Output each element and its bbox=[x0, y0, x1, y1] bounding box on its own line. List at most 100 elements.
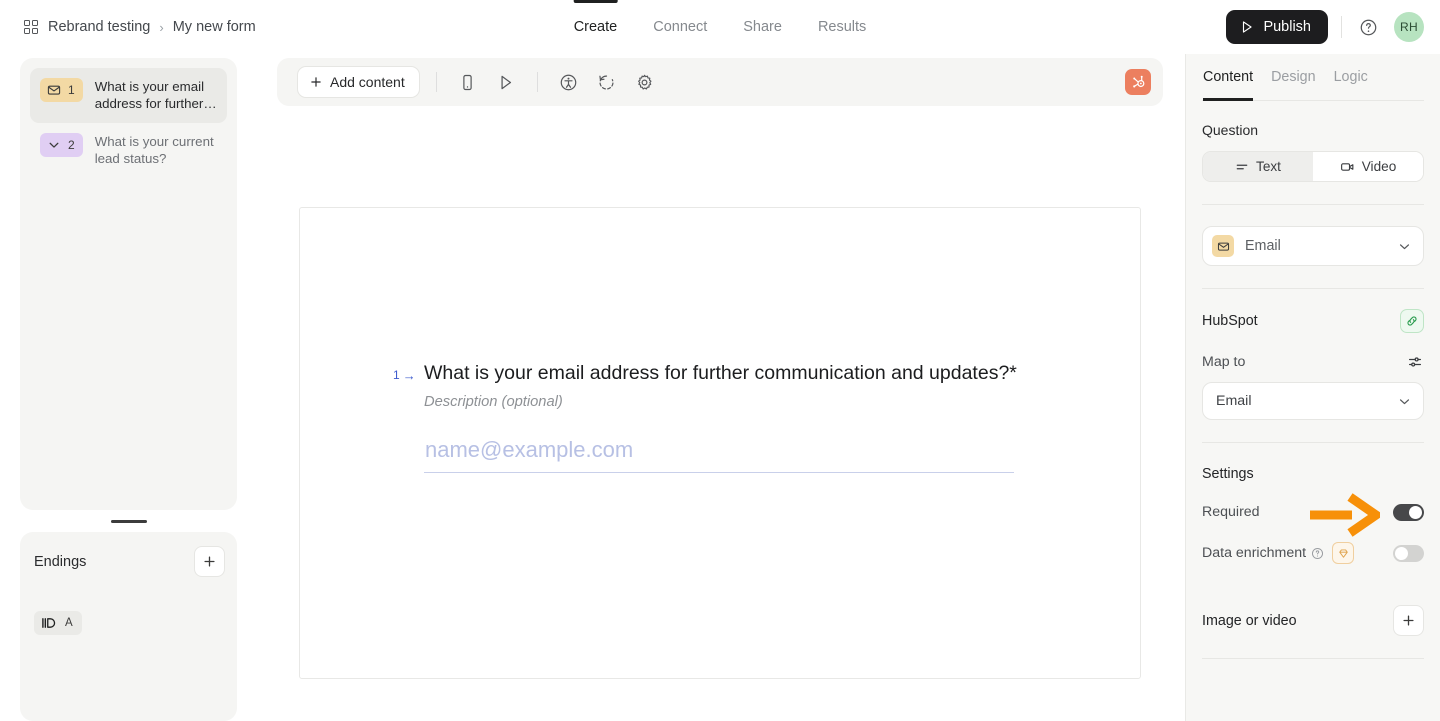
right-panel-tabs: Content Design Logic bbox=[1202, 54, 1424, 101]
envelope-icon bbox=[47, 83, 61, 97]
accessibility-icon[interactable] bbox=[554, 67, 584, 97]
add-ending-button[interactable] bbox=[194, 546, 225, 577]
panel-divider bbox=[1202, 658, 1424, 659]
question-description-placeholder[interactable]: Description (optional) bbox=[424, 394, 1084, 410]
segment-text[interactable]: Text bbox=[1203, 152, 1313, 181]
question-section-title: Question bbox=[1202, 122, 1259, 138]
email-answer-input[interactable] bbox=[424, 437, 1014, 473]
data-enrichment-toggle[interactable] bbox=[1393, 544, 1424, 562]
add-content-button[interactable]: Add content bbox=[297, 66, 420, 98]
mobile-preview-icon[interactable] bbox=[453, 67, 483, 97]
app-root: Rebrand testing › My new form Create Con… bbox=[0, 0, 1440, 721]
play-preview-icon[interactable] bbox=[491, 67, 521, 97]
tab-share[interactable]: Share bbox=[725, 0, 800, 54]
avatar[interactable]: RH bbox=[1394, 12, 1424, 42]
map-to-value: Email bbox=[1216, 393, 1252, 409]
question-index: 1 → bbox=[393, 368, 424, 382]
chevron-down-icon bbox=[1397, 394, 1412, 409]
chevron-down-icon bbox=[47, 138, 61, 152]
toolbar-separator bbox=[435, 72, 437, 92]
send-icon bbox=[1240, 20, 1254, 34]
help-circle-icon[interactable] bbox=[1355, 14, 1381, 40]
right-panel: Content Design Logic Question Text Video… bbox=[1185, 54, 1440, 721]
required-toggle[interactable] bbox=[1393, 503, 1424, 521]
tab-results[interactable]: Results bbox=[800, 0, 884, 54]
center-column: Add content 1 → What is your email addre… bbox=[255, 54, 1185, 721]
header-divider bbox=[1341, 16, 1342, 38]
video-camera-icon bbox=[1340, 160, 1355, 174]
form-canvas: 1 → What is your email address for furth… bbox=[277, 106, 1163, 721]
endings-panel: Endings A bbox=[20, 532, 237, 721]
settings-title: Settings bbox=[1202, 466, 1254, 482]
question-badge-number: 1 bbox=[68, 83, 75, 97]
tab-design[interactable]: Design bbox=[1271, 54, 1316, 101]
question-title[interactable]: What is your email address for further c… bbox=[424, 360, 1017, 386]
publish-button-label: Publish bbox=[1263, 19, 1311, 35]
sidebar-question-1-label: What is your email address for further… bbox=[94, 79, 217, 111]
panel-divider bbox=[1202, 204, 1424, 205]
gem-icon[interactable] bbox=[1332, 542, 1355, 564]
app-header: Rebrand testing › My new form Create Con… bbox=[0, 0, 1440, 54]
breadcrumb-current[interactable]: My new form bbox=[173, 19, 256, 35]
ending-flag-icon bbox=[41, 616, 56, 630]
ending-item-letter: A bbox=[65, 617, 73, 629]
question-type-toggle: Text Video bbox=[1202, 151, 1424, 182]
question-badge-number: 2 bbox=[68, 138, 75, 152]
endings-header: Endings bbox=[34, 546, 225, 577]
panel-divider bbox=[1202, 288, 1424, 289]
chevron-down-icon bbox=[1397, 239, 1412, 254]
question-title-row: 1 → What is your email address for furth… bbox=[393, 360, 1084, 386]
image-or-video-label: Image or video bbox=[1202, 612, 1297, 629]
envelope-icon bbox=[1212, 235, 1234, 257]
tab-logic[interactable]: Logic bbox=[1334, 54, 1368, 101]
sidebar-resize-handle[interactable] bbox=[110, 520, 147, 523]
segment-video[interactable]: Video bbox=[1313, 152, 1423, 181]
plus-icon bbox=[1401, 613, 1416, 628]
grid-icon[interactable] bbox=[22, 19, 39, 36]
publish-button[interactable]: Publish bbox=[1226, 10, 1328, 44]
sidebar-question-1[interactable]: 1 What is your email address for further… bbox=[30, 68, 227, 123]
help-circle-icon[interactable] bbox=[1311, 547, 1324, 560]
add-image-or-video-button[interactable] bbox=[1393, 605, 1424, 636]
map-to-row: Map to bbox=[1202, 353, 1424, 371]
breadcrumb-separator: › bbox=[159, 19, 164, 35]
breadcrumb-workspace[interactable]: Rebrand testing bbox=[48, 19, 150, 35]
setting-required-label: Required bbox=[1202, 504, 1260, 520]
segment-video-label: Video bbox=[1361, 159, 1397, 174]
questions-panel: 1 What is your email address for further… bbox=[20, 58, 237, 510]
question-index-number: 1 bbox=[393, 368, 400, 382]
gear-icon[interactable] bbox=[630, 67, 660, 97]
plus-icon bbox=[309, 75, 323, 89]
hubspot-integration-row: HubSpot bbox=[1202, 309, 1424, 333]
plus-icon bbox=[202, 554, 217, 569]
link-icon[interactable] bbox=[1400, 309, 1424, 333]
breadcrumb: Rebrand testing › My new form bbox=[22, 19, 256, 36]
setting-row-required: Required bbox=[1202, 501, 1424, 523]
add-content-label: Add content bbox=[330, 74, 405, 90]
sidebar-question-2[interactable]: 2 What is your current lead status? bbox=[30, 123, 227, 178]
setting-row-data-enrichment: Data enrichment bbox=[1202, 542, 1424, 564]
sliders-icon[interactable] bbox=[1406, 353, 1424, 371]
tab-content[interactable]: Content bbox=[1203, 54, 1254, 101]
ending-item-a[interactable]: A bbox=[34, 611, 82, 635]
image-or-video-row: Image or video bbox=[1202, 605, 1424, 636]
map-to-label: Map to bbox=[1202, 354, 1246, 370]
app-body: 1 What is your email address for further… bbox=[0, 54, 1440, 721]
hubspot-logo-icon[interactable] bbox=[1125, 69, 1151, 95]
tab-connect[interactable]: Connect bbox=[635, 0, 725, 54]
hubspot-title: HubSpot bbox=[1202, 313, 1258, 329]
restore-version-icon[interactable] bbox=[592, 67, 622, 97]
form-preview-card[interactable]: 1 → What is your email address for furth… bbox=[299, 207, 1141, 679]
panel-divider bbox=[1202, 442, 1424, 443]
endings-title: Endings bbox=[34, 553, 87, 570]
field-type-select[interactable]: Email bbox=[1202, 226, 1424, 266]
segment-text-label: Text bbox=[1256, 159, 1281, 174]
header-actions: Publish RH bbox=[1226, 10, 1424, 44]
question-badge-email: 1 bbox=[40, 78, 83, 102]
question-badge-dropdown: 2 bbox=[40, 133, 83, 157]
setting-data-enrichment-label: Data enrichment bbox=[1202, 545, 1307, 561]
tab-create[interactable]: Create bbox=[556, 0, 636, 54]
canvas-toolbar: Add content bbox=[277, 58, 1163, 106]
toolbar-separator bbox=[536, 72, 538, 92]
map-to-select[interactable]: Email bbox=[1202, 382, 1424, 420]
